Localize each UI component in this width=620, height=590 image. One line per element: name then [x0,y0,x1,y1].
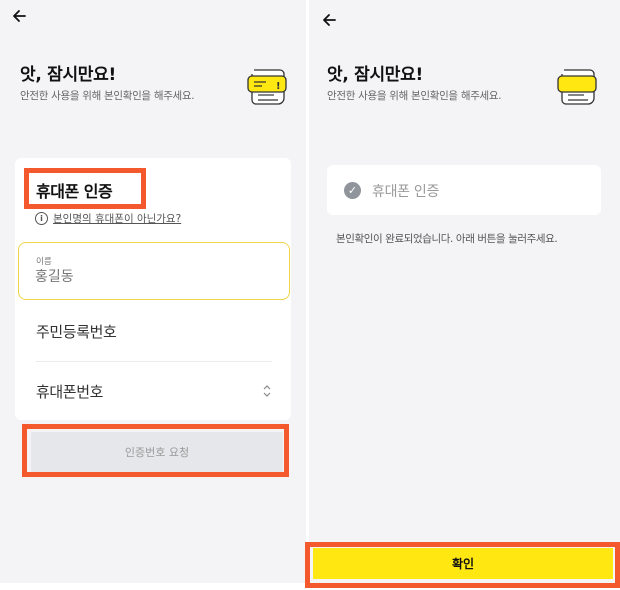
divider [36,361,272,362]
verified-card [327,165,601,215]
highlight-box [24,168,146,209]
chevron-up-down-icon[interactable] [263,385,271,399]
back-arrow-icon[interactable] [321,12,343,34]
name-field[interactable]: 이름 [18,242,290,300]
page-title: 앗, 잠시만요! [327,65,423,85]
document-alert-icon [556,64,602,110]
name-label: 이름 [36,257,52,267]
back-arrow-icon[interactable] [11,8,33,30]
highlight-box [22,424,289,477]
svg-text:!: ! [276,81,281,92]
document-alert-icon: ! [246,64,292,110]
not-my-phone-link[interactable]: i 본인명의 휴대폰이 아닌가요? [35,211,181,226]
page-title: 앗, 잠시만요! [20,65,116,85]
info-icon: i [35,212,48,225]
phone-number-field[interactable]: 휴대폰번호 [36,381,103,402]
page-subtitle: 안전한 사용을 위해 본인확인을 해주세요. [327,90,502,102]
confirm-button[interactable]: 확인 [313,548,613,579]
verified-label: 휴대폰 인증 [372,184,440,200]
check-circle-icon: ✓ [344,182,361,199]
page-subtitle: 안전한 사용을 위해 본인확인을 해주세요. [20,90,195,102]
not-my-phone-label: 본인명의 휴대폰이 아닌가요? [53,213,182,225]
verification-complete-message: 본인확인이 완료되었습니다. 아래 버튼을 눌러주세요. [336,233,558,245]
name-input[interactable] [35,269,265,285]
right-screen: 앗, 잠시만요! 안전한 사용을 위해 본인확인을 해주세요. [309,0,620,583]
resident-number-field[interactable]: 주민등록번호 [36,321,117,342]
